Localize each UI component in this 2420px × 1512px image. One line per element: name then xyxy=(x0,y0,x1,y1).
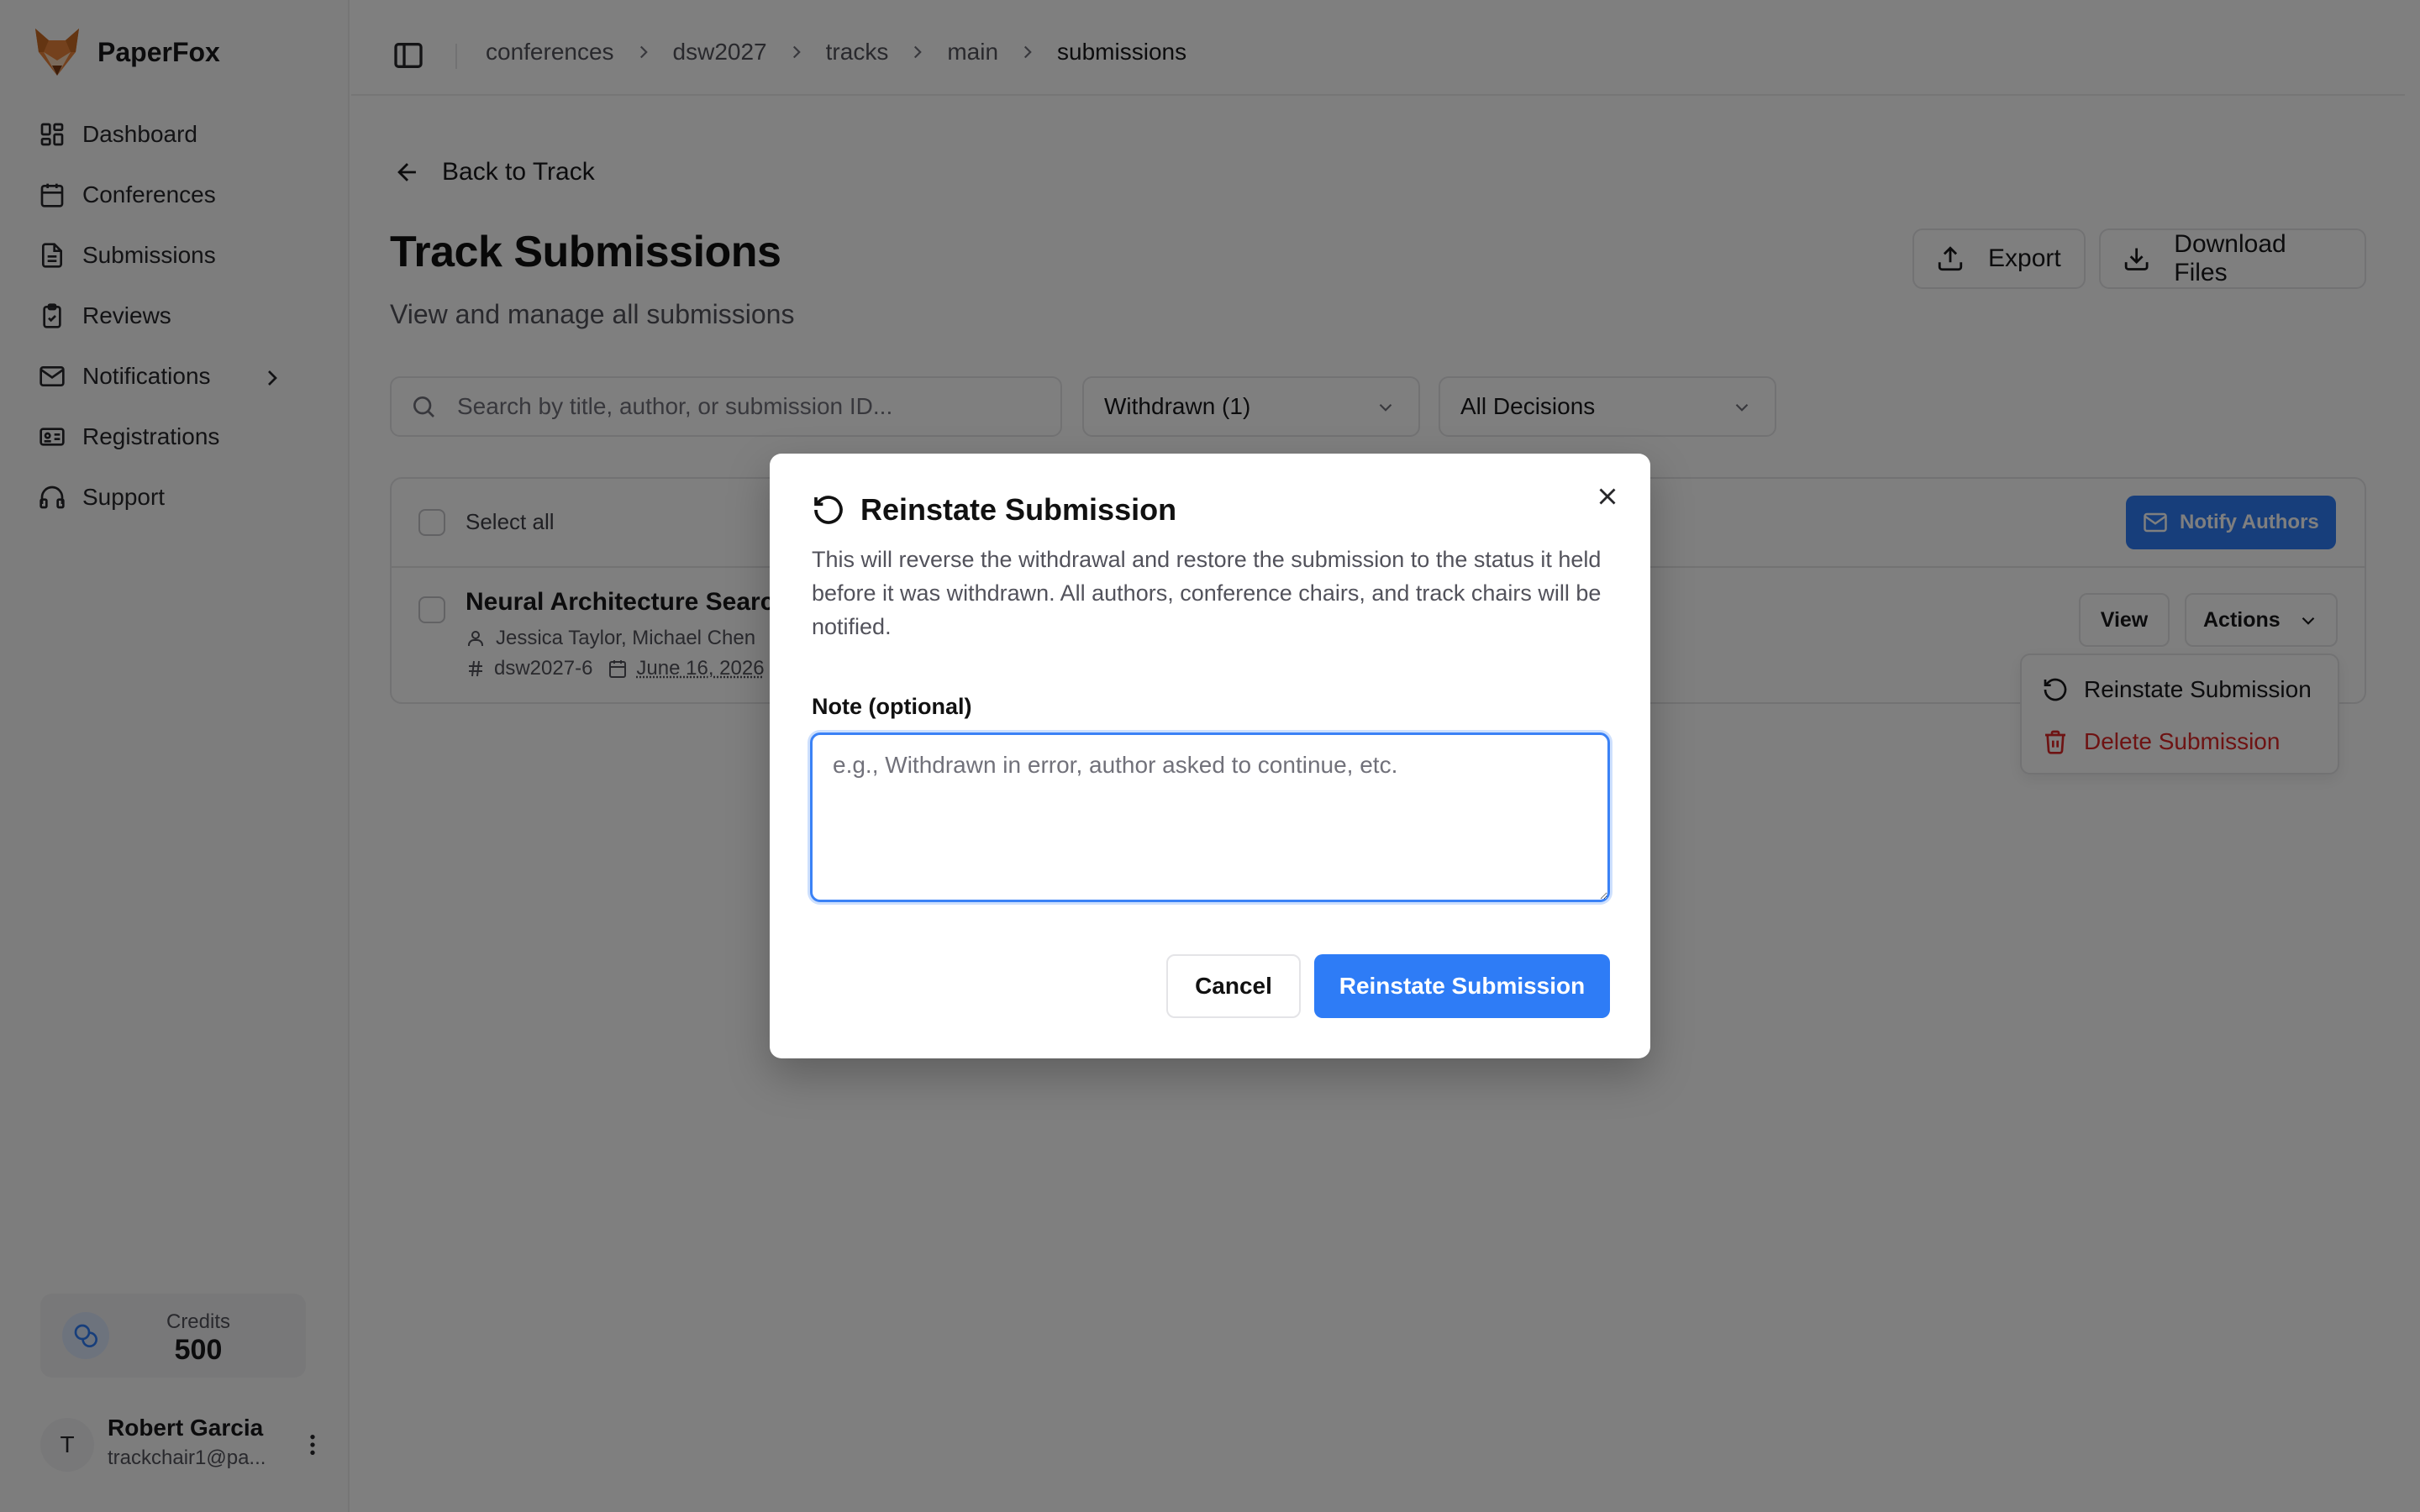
reinstate-dialog: Reinstate Submission This will reverse t… xyxy=(770,454,1650,1058)
note-label: Note (optional) xyxy=(812,694,972,719)
note-textarea[interactable] xyxy=(810,732,1610,902)
dialog-description: This will reverse the withdrawal and res… xyxy=(812,547,1602,639)
rotate-ccw-icon xyxy=(814,496,843,524)
cancel-button[interactable]: Cancel xyxy=(1166,954,1301,1018)
close-icon[interactable] xyxy=(1593,482,1622,511)
reinstate-submission-button[interactable]: Reinstate Submission xyxy=(1314,954,1610,1018)
dialog-title: Reinstate Submission xyxy=(812,492,1176,528)
dialog-title-text: Reinstate Submission xyxy=(860,492,1177,527)
